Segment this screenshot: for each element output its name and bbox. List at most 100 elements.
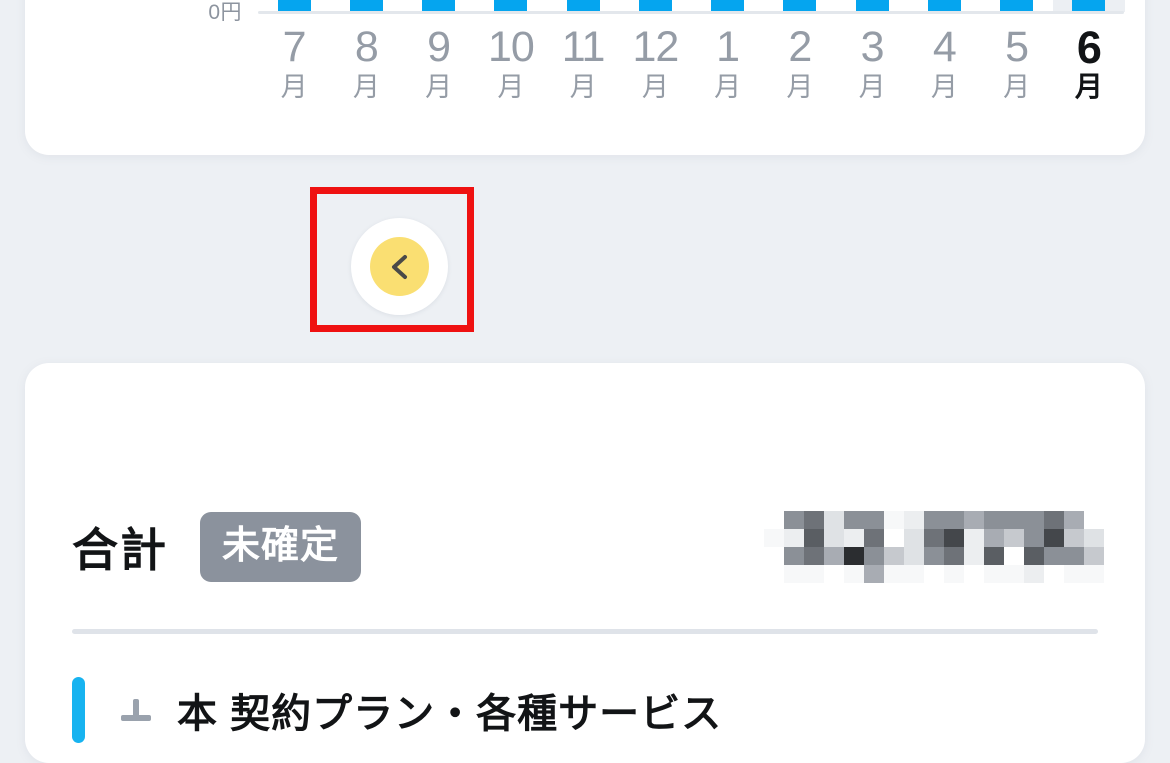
month-tick-unit: 月 bbox=[497, 72, 525, 102]
mosaic-cell bbox=[904, 529, 924, 547]
mosaic-cell bbox=[824, 511, 844, 529]
mosaic-cell bbox=[884, 529, 904, 547]
monthly-usage-chart-card: 0円 7 月 8 月 9 月 10 月 11 月 12 月 1 月 2 月 3 月 4 月 5 月 6 月 bbox=[25, 0, 1145, 155]
mosaic-cell bbox=[1024, 511, 1044, 529]
mosaic-cell bbox=[1064, 529, 1084, 547]
mosaic-cell bbox=[964, 511, 984, 529]
month-tick-6[interactable]: 6月 bbox=[1053, 24, 1125, 119]
mosaic-cell bbox=[904, 547, 924, 565]
mosaic-cell bbox=[1084, 529, 1104, 547]
month-tick-number: 7 bbox=[282, 23, 307, 71]
mosaic-cell bbox=[944, 565, 964, 583]
mosaic-cell bbox=[924, 511, 944, 529]
mosaic-cell bbox=[944, 529, 964, 547]
mosaic-cell bbox=[804, 547, 824, 565]
total-label: 合計 bbox=[72, 524, 168, 576]
mosaic-cell bbox=[844, 547, 864, 565]
mosaic-cell bbox=[824, 565, 844, 583]
mosaic-cell bbox=[884, 547, 904, 565]
month-tick-4[interactable]: 4月 bbox=[908, 24, 980, 119]
total-amount-masked bbox=[764, 511, 1104, 583]
mosaic-cell bbox=[864, 511, 884, 529]
mosaic-cell bbox=[844, 511, 864, 529]
month-tick-7[interactable]: 7月 bbox=[258, 24, 330, 119]
mosaic-cell bbox=[924, 547, 944, 565]
mosaic-cell bbox=[864, 529, 884, 547]
mosaic-cell bbox=[784, 565, 804, 583]
month-tick-number: 12 bbox=[632, 23, 679, 71]
month-tick-unit: 月 bbox=[786, 72, 814, 102]
month-tick-number: 4 bbox=[932, 23, 957, 71]
previous-month-button[interactable] bbox=[351, 218, 448, 315]
mosaic-cell bbox=[924, 529, 944, 547]
month-tick-1[interactable]: 1月 bbox=[692, 24, 764, 119]
month-tick-unit: 月 bbox=[1003, 72, 1031, 102]
month-tick-3[interactable]: 3月 bbox=[836, 24, 908, 119]
month-tick-10[interactable]: 10 月 bbox=[475, 24, 547, 119]
month-tick-2[interactable]: 2月 bbox=[764, 24, 836, 119]
billing-summary-card: 合計 未確定 本 契約プラン・各種サービス bbox=[25, 363, 1145, 763]
app-root: 0円 7月8月9月10月11月12月1月2月3月4月5月6月 6 月 bbox=[0, 0, 1170, 763]
month-tick-number: 3 bbox=[860, 23, 885, 71]
document-icon bbox=[115, 689, 157, 731]
month-tick-12[interactable]: 12 月 bbox=[619, 24, 691, 119]
mosaic-cell bbox=[924, 565, 944, 583]
chart-area: 0円 7 月 8 月 9 月 10 月 11 月 12 月 1 月 2 月 3 月 4 月 5 月 6 月 bbox=[25, 0, 1145, 155]
month-tick-11[interactable]: 11 月 bbox=[547, 24, 619, 119]
month-tick-8[interactable]: 8月 bbox=[330, 24, 402, 119]
month-navigator: 6 月 bbox=[0, 187, 1170, 495]
month-tick-unit: 月 bbox=[1074, 71, 1103, 102]
previous-month-button-inner bbox=[370, 237, 429, 296]
mosaic-cell bbox=[764, 565, 784, 583]
month-tick-unit: 月 bbox=[714, 72, 742, 102]
mosaic-cell bbox=[1024, 547, 1044, 565]
mosaic-cell bbox=[1044, 547, 1064, 565]
month-tick-unit: 月 bbox=[280, 72, 308, 102]
mosaic-cell bbox=[1004, 565, 1024, 583]
month-tick-number: 6 bbox=[1076, 22, 1102, 73]
mosaic-cell bbox=[1024, 529, 1044, 547]
mosaic-cell bbox=[804, 529, 824, 547]
mosaic-cell bbox=[764, 529, 784, 547]
mosaic-cell bbox=[984, 529, 1004, 547]
mosaic-cell bbox=[1084, 547, 1104, 565]
month-tick-number: 10 bbox=[487, 23, 535, 71]
mosaic-cell bbox=[1064, 565, 1084, 583]
y-axis-zero-label: 0円 bbox=[208, 1, 242, 24]
mosaic-cell bbox=[824, 547, 844, 565]
contract-plan-section-header[interactable]: 本 契約プラン・各種サービス bbox=[72, 657, 1098, 763]
mosaic-cell bbox=[904, 511, 924, 529]
mosaic-cell bbox=[1044, 511, 1064, 529]
mosaic-cell bbox=[1024, 565, 1044, 583]
section-divider bbox=[72, 629, 1098, 634]
mosaic-cell bbox=[984, 511, 1004, 529]
mosaic-cell bbox=[944, 547, 964, 565]
month-tick-number: 8 bbox=[354, 23, 379, 71]
mosaic-cell bbox=[944, 511, 964, 529]
mosaic-cell bbox=[1044, 565, 1064, 583]
chart-month-axis: 7 月 8 月 9 月 10 月 11 月 12 月 1 月 2 月 3 月 4 月 5 月 6 月 bbox=[258, 24, 1125, 119]
month-tick-unit: 月 bbox=[569, 72, 597, 102]
mosaic-cell bbox=[764, 547, 784, 565]
section-title: 本 契約プラン・各種サービス bbox=[177, 692, 723, 736]
mosaic-cell bbox=[864, 565, 884, 583]
month-tick-number: 2 bbox=[788, 23, 812, 71]
mosaic-cell bbox=[864, 547, 884, 565]
mosaic-cell bbox=[784, 511, 804, 529]
mosaic-cell bbox=[1064, 511, 1084, 529]
mosaic-cell bbox=[904, 565, 924, 583]
mosaic-cell bbox=[1044, 529, 1064, 547]
mosaic-cell bbox=[1064, 547, 1084, 565]
month-tick-unit: 月 bbox=[641, 72, 669, 102]
month-tick-5[interactable]: 5月 bbox=[981, 24, 1053, 119]
mosaic-cell bbox=[764, 511, 784, 529]
month-tick-9[interactable]: 9月 bbox=[403, 24, 475, 119]
month-tick-unit: 月 bbox=[425, 72, 453, 102]
mosaic-cell bbox=[784, 529, 804, 547]
month-tick-number: 1 bbox=[716, 23, 740, 71]
month-tick-unit: 月 bbox=[930, 72, 958, 102]
mosaic-cell bbox=[824, 529, 844, 547]
total-row: 合計 未確定 bbox=[72, 503, 1122, 591]
mosaic-cell bbox=[1084, 511, 1104, 529]
status-badge: 未確定 bbox=[200, 512, 362, 582]
